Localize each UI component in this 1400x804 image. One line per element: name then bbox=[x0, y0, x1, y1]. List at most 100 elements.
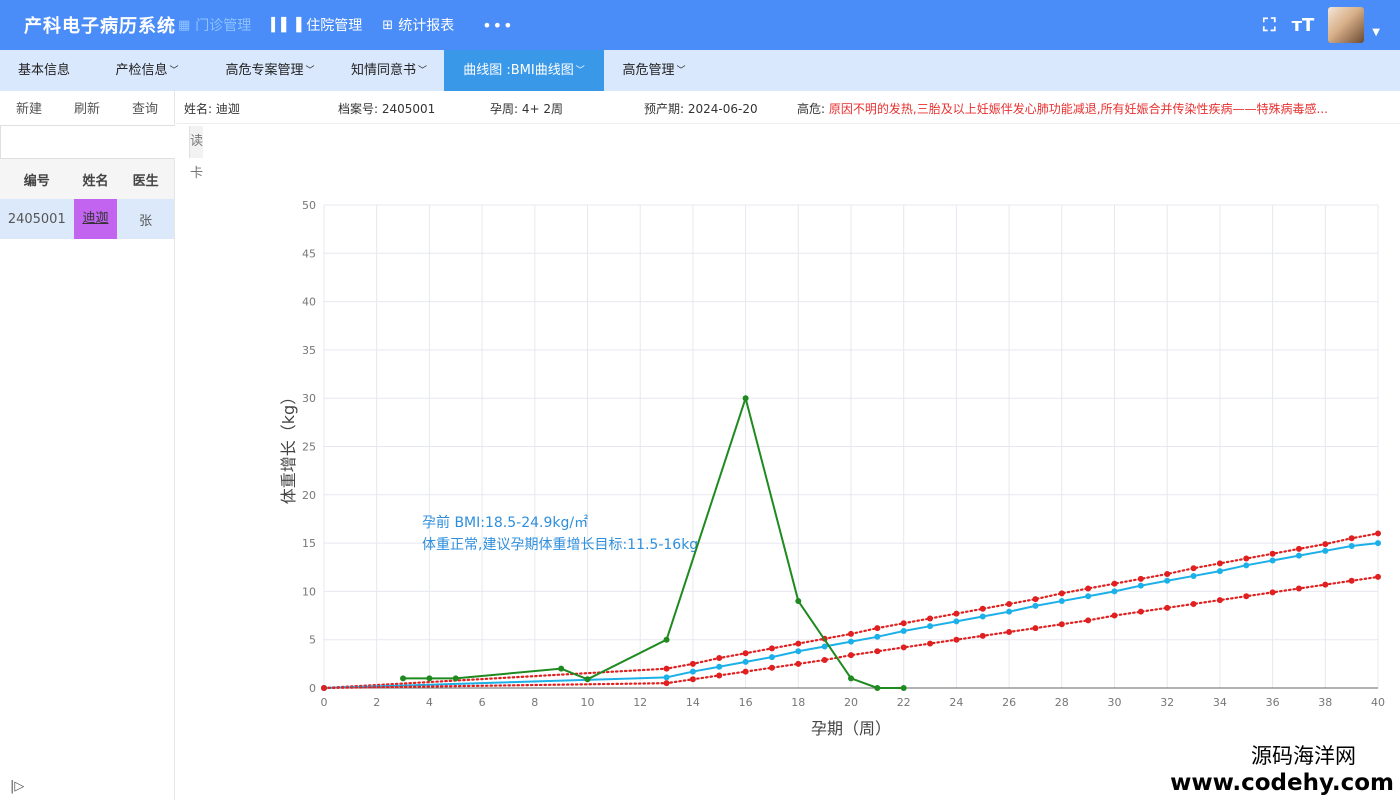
x-tick-label: 12 bbox=[633, 696, 647, 709]
due-date-label: 预产期: bbox=[644, 102, 684, 116]
data-point-1 bbox=[1243, 562, 1249, 568]
bmi-chart-panel: 0510152025303540455002468101214161820222… bbox=[176, 124, 1400, 800]
cell-name-link[interactable]: 迪迦 bbox=[74, 199, 118, 239]
topnav-outpatient-label: 门诊管理 bbox=[195, 15, 251, 35]
chevron-down-icon[interactable]: ▼ bbox=[1372, 27, 1380, 38]
data-point-0 bbox=[1032, 596, 1038, 602]
collapse-sidebar-icon[interactable]: |▷ bbox=[10, 779, 24, 794]
data-point-1 bbox=[1085, 593, 1091, 599]
data-point-3 bbox=[426, 675, 432, 681]
gestation-value: 4+ 2周 bbox=[522, 102, 563, 116]
data-point-2 bbox=[1296, 586, 1302, 592]
x-tick-label: 32 bbox=[1160, 696, 1174, 709]
card-number-input[interactable] bbox=[1, 126, 189, 158]
x-tick-label: 24 bbox=[949, 696, 963, 709]
x-tick-label: 8 bbox=[531, 696, 538, 709]
x-tick-label: 22 bbox=[897, 696, 911, 709]
data-point-2 bbox=[822, 657, 828, 663]
info-gestation: 孕周: 4+ 2周 bbox=[490, 100, 563, 117]
y-tick-label: 0 bbox=[309, 682, 316, 695]
data-point-0 bbox=[1217, 560, 1223, 566]
tab-consent-label: 知情同意书 bbox=[351, 63, 416, 78]
x-tick-label: 0 bbox=[321, 696, 328, 709]
data-point-3 bbox=[901, 685, 907, 691]
refresh-button[interactable]: 刷新 bbox=[58, 98, 116, 117]
data-point-2 bbox=[716, 672, 722, 678]
data-point-2 bbox=[1322, 582, 1328, 588]
x-tick-label: 30 bbox=[1108, 696, 1122, 709]
data-point-1 bbox=[1322, 548, 1328, 554]
sidebar: 新建 刷新 查询 读卡 编号 姓名 医生 2405001 迪迦 张 |▷ bbox=[0, 91, 175, 800]
secondary-nav: 基本信息 产检信息﹀ 高危专案管理﹀ 知情同意书﹀ 曲线图 :BMI曲线图﹀ 高… bbox=[0, 50, 1400, 91]
data-point-1 bbox=[1375, 540, 1381, 546]
data-point-0 bbox=[1059, 590, 1065, 596]
high-risk-label: 高危: bbox=[797, 102, 825, 116]
new-button[interactable]: 新建 bbox=[0, 98, 58, 117]
data-point-1 bbox=[1059, 598, 1065, 604]
query-button[interactable]: 查询 bbox=[116, 98, 174, 117]
avatar[interactable] bbox=[1328, 7, 1364, 43]
chevron-down-icon: ﹀ bbox=[418, 66, 427, 76]
data-point-0 bbox=[1243, 556, 1249, 562]
info-record: 档案号: 2405001 bbox=[338, 100, 435, 117]
font-size-icon[interactable]: ᴛT bbox=[1292, 15, 1315, 36]
data-point-1 bbox=[1270, 557, 1276, 563]
data-point-0 bbox=[980, 606, 986, 612]
data-point-2 bbox=[980, 633, 986, 639]
tab-prenatal[interactable]: 产检信息﹀ bbox=[88, 50, 206, 91]
data-point-0 bbox=[1375, 530, 1381, 536]
data-point-0 bbox=[927, 615, 933, 621]
data-point-1 bbox=[980, 614, 986, 620]
topnav-inpatient[interactable]: ▍▌▐ 住院管理 bbox=[271, 15, 362, 35]
y-axis-label: 体重增长（kg） bbox=[279, 389, 298, 504]
fullscreen-icon[interactable]: ⛶ bbox=[1263, 15, 1276, 36]
topnav-outpatient[interactable]: ▦ 门诊管理 bbox=[178, 15, 251, 35]
data-point-1 bbox=[848, 639, 854, 645]
data-point-2 bbox=[1085, 617, 1091, 623]
data-point-0 bbox=[664, 666, 670, 672]
data-point-0 bbox=[901, 620, 907, 626]
data-point-3 bbox=[743, 395, 749, 401]
x-axis-label: 孕期（周） bbox=[811, 719, 891, 738]
info-due-date: 预产期: 2024-06-20 bbox=[644, 100, 758, 117]
data-point-2 bbox=[743, 669, 749, 675]
x-tick-label: 10 bbox=[581, 696, 595, 709]
tab-high-risk-case[interactable]: 高危专案管理﹀ bbox=[206, 50, 334, 91]
data-point-1 bbox=[743, 659, 749, 665]
data-point-0 bbox=[743, 650, 749, 656]
data-point-2 bbox=[1032, 625, 1038, 631]
info-name: 姓名: 迪迦 bbox=[184, 100, 240, 117]
y-tick-label: 50 bbox=[302, 199, 316, 212]
tab-high-risk-mgmt[interactable]: 高危管理﹀ bbox=[604, 50, 704, 91]
data-point-3 bbox=[400, 675, 406, 681]
data-point-0 bbox=[1191, 565, 1197, 571]
data-point-2 bbox=[874, 648, 880, 654]
data-point-1 bbox=[927, 623, 933, 629]
tab-high-risk-case-label: 高危专案管理 bbox=[225, 63, 303, 78]
x-tick-label: 6 bbox=[479, 696, 486, 709]
watermark-line2: www.codehy.com bbox=[1170, 770, 1394, 796]
x-tick-label: 4 bbox=[426, 696, 433, 709]
y-tick-label: 30 bbox=[302, 392, 316, 405]
top-right-tools: ⛶ ᴛT ▼ bbox=[1247, 0, 1380, 50]
data-point-2 bbox=[1349, 578, 1355, 584]
tab-basic-info[interactable]: 基本信息 bbox=[0, 50, 88, 91]
top-bar: 产科电子病历系统 ▦ 门诊管理 ▍▌▐ 住院管理 ⊞ 统计报表 ••• ⛶ ᴛT… bbox=[0, 0, 1400, 50]
tab-bmi-chart[interactable]: 曲线图 :BMI曲线图﹀ bbox=[444, 50, 604, 91]
due-date-value: 2024-06-20 bbox=[688, 102, 758, 116]
tab-consent[interactable]: 知情同意书﹀ bbox=[334, 50, 444, 91]
data-point-1 bbox=[690, 669, 696, 675]
name-label: 姓名: bbox=[184, 102, 212, 116]
table-row[interactable]: 2405001 迪迦 张 bbox=[0, 199, 174, 239]
data-point-1 bbox=[1296, 553, 1302, 559]
app-title: 产科电子病历系统 bbox=[24, 12, 176, 38]
x-tick-label: 20 bbox=[844, 696, 858, 709]
chart-annotation-line: 孕前 BMI:18.5-24.9kg/㎡ bbox=[422, 514, 588, 531]
more-icon[interactable]: ••• bbox=[482, 16, 513, 35]
data-point-3 bbox=[874, 685, 880, 691]
chart-annotation-line: 体重正常,建议孕期体重增长目标:11.5-16kg bbox=[422, 537, 698, 553]
data-point-2 bbox=[901, 644, 907, 650]
y-tick-label: 25 bbox=[302, 441, 316, 454]
topnav-reports[interactable]: ⊞ 统计报表 bbox=[382, 15, 454, 35]
chevron-down-icon: ﹀ bbox=[576, 66, 585, 76]
